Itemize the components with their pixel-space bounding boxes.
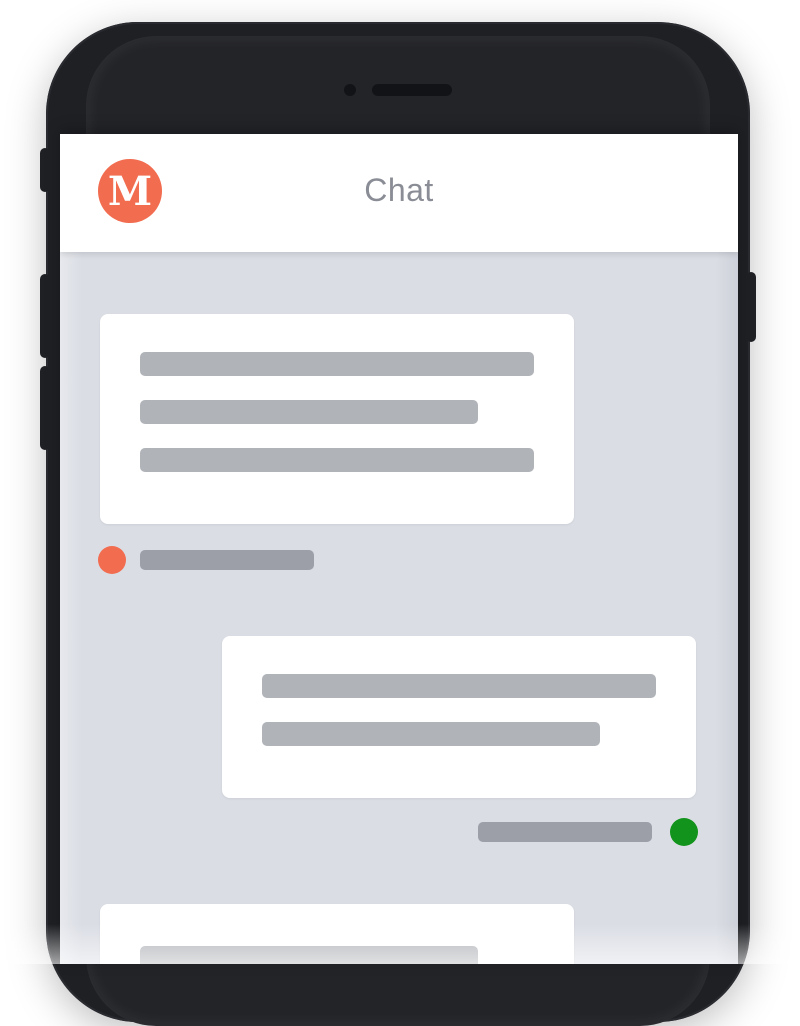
mute-switch xyxy=(40,148,50,192)
message-text-placeholder xyxy=(140,352,534,376)
sender-meta-placeholder xyxy=(140,550,314,570)
message-bubble-outgoing[interactable] xyxy=(222,636,696,798)
sender-avatar-dot xyxy=(98,546,126,574)
app-header: M Chat xyxy=(60,134,738,252)
power-button xyxy=(746,272,756,342)
chat-screen: M Chat xyxy=(60,134,738,964)
page-title: Chat xyxy=(364,172,434,208)
front-camera-icon xyxy=(344,84,356,96)
bottom-fade-overlay xyxy=(0,924,800,964)
message-text-placeholder xyxy=(140,448,534,472)
volume-down-button xyxy=(40,366,50,450)
message-text-placeholder xyxy=(262,722,600,746)
volume-up-button xyxy=(40,274,50,358)
message-bubble-incoming[interactable] xyxy=(100,314,574,524)
earpiece-speaker xyxy=(372,84,452,96)
screen-edge-right xyxy=(716,134,738,964)
screen-edge-left xyxy=(60,134,82,964)
message-text-placeholder xyxy=(262,674,656,698)
reply-meta-placeholder xyxy=(478,822,652,842)
message-text-placeholder xyxy=(140,400,478,424)
online-status-dot xyxy=(670,818,698,846)
